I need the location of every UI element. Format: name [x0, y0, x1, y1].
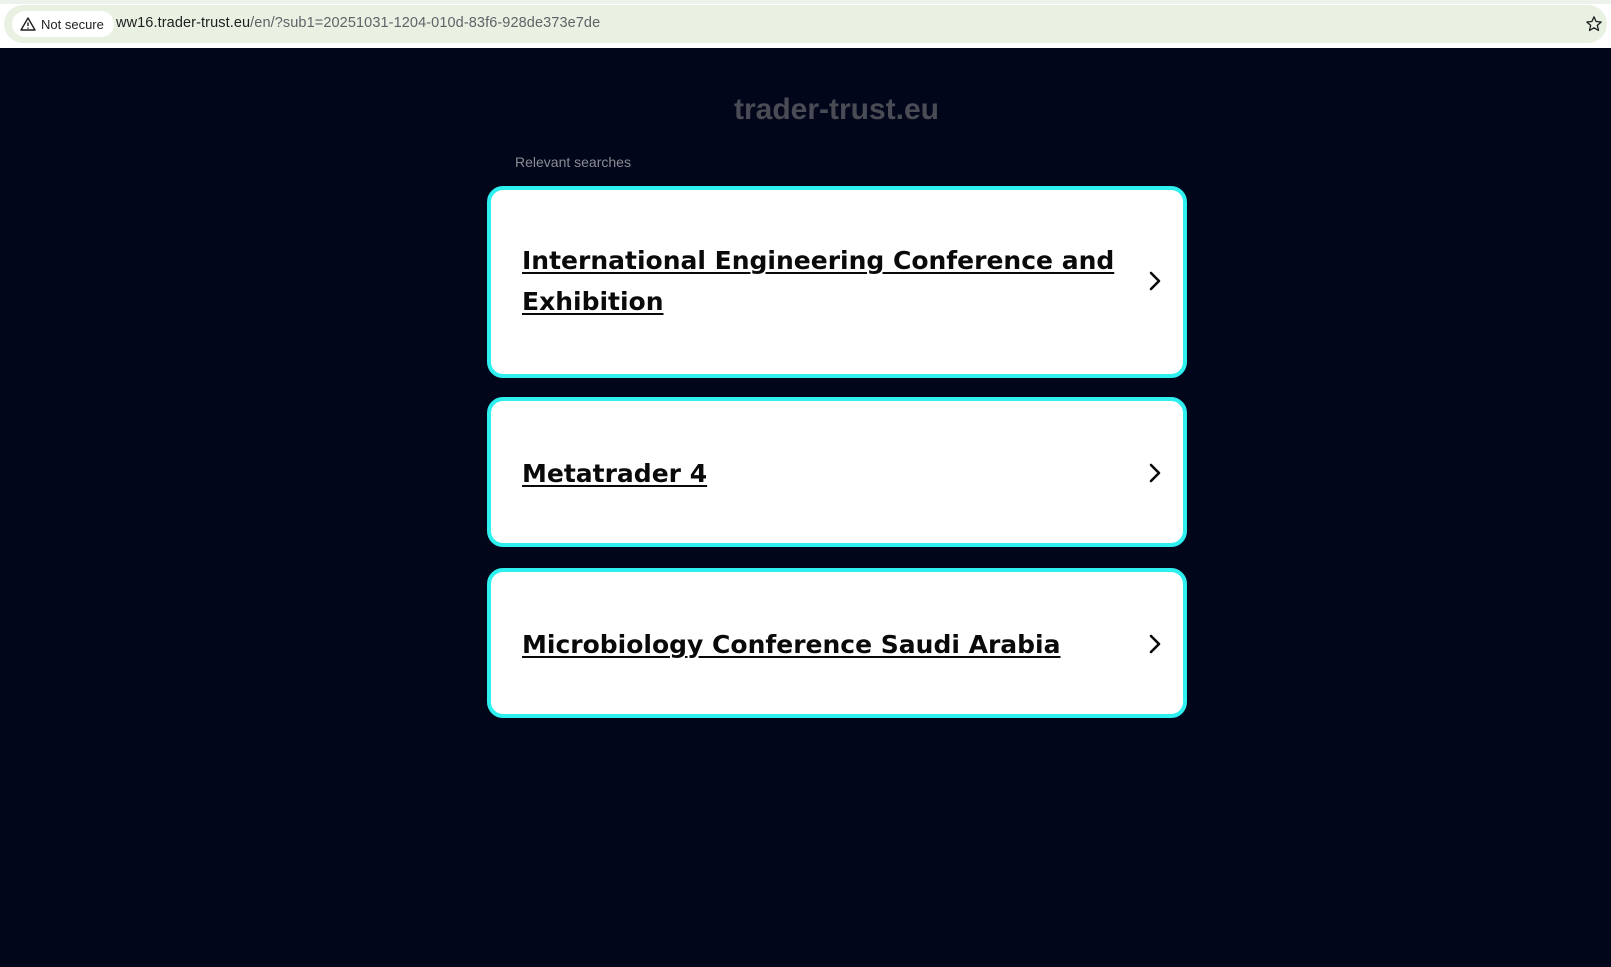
parked-domain-page: trader-trust.eu Relevant searches Intern… [0, 48, 1611, 967]
chevron-right-icon [1149, 634, 1161, 654]
chevron-right-icon [1149, 463, 1161, 483]
browser-toolbar: Not secure ww16.trader-trust.eu/en/?sub1… [0, 0, 1611, 48]
star-outline-icon[interactable] [1585, 15, 1603, 33]
search-result-card[interactable]: International Engineering Conference and… [487, 186, 1187, 378]
search-result-link[interactable]: International Engineering Conference and… [522, 240, 1122, 322]
chevron-right-icon [1149, 271, 1161, 291]
search-result-link[interactable]: Microbiology Conference Saudi Arabia [522, 624, 1122, 665]
warning-triangle-icon [20, 17, 36, 31]
url-path: /en/?sub1=20251031-1204-010d-83f6-928de3… [250, 15, 601, 31]
address-bar[interactable]: Not secure ww16.trader-trust.eu/en/?sub1… [4, 5, 1607, 43]
tab-strip-edge [0, 0, 1611, 4]
search-result-card[interactable]: Metatrader 4 [487, 397, 1187, 547]
relevant-searches-label: Relevant searches [515, 154, 631, 170]
site-title: trader-trust.eu [733, 93, 940, 126]
security-indicator[interactable]: Not secure [12, 11, 114, 37]
url-field[interactable]: ww16.trader-trust.eu/en/?sub1=20251031-1… [116, 15, 600, 31]
search-result-card[interactable]: Microbiology Conference Saudi Arabia [487, 568, 1187, 718]
security-label: Not secure [41, 16, 104, 32]
url-host: ww16.trader-trust.eu [116, 15, 251, 31]
search-result-link[interactable]: Metatrader 4 [522, 453, 1122, 494]
